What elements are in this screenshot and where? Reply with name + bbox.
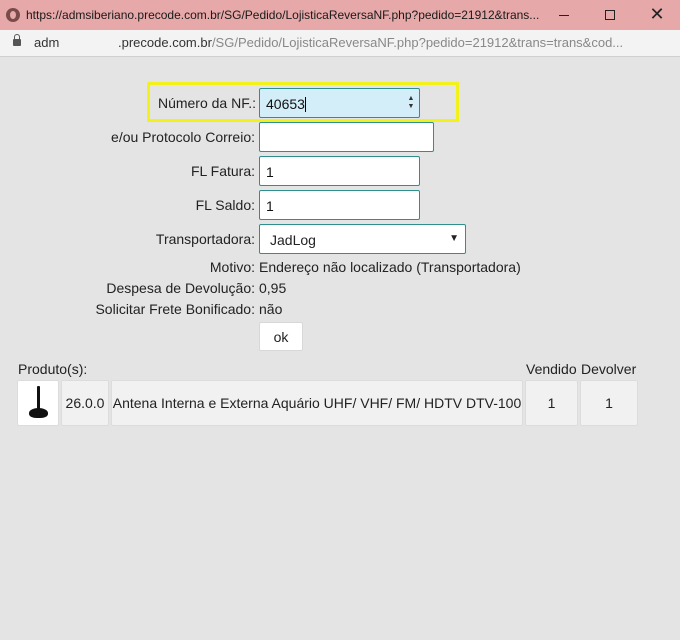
maximize-button[interactable] xyxy=(587,0,633,30)
row-fl-fatura: FL Fatura: 1 xyxy=(0,156,680,186)
product-code-cell: 26.0.0 xyxy=(61,380,109,426)
spinner-up-icon[interactable]: ▲ xyxy=(407,95,415,103)
transportadora-label: Transportadora: xyxy=(155,231,255,247)
fl-fatura-input[interactable]: 1 xyxy=(259,156,420,186)
minimize-icon xyxy=(559,14,569,16)
spinner-down-icon[interactable]: ▼ xyxy=(407,103,415,111)
fl-saldo-input[interactable]: 1 xyxy=(259,190,420,220)
row-protocolo: e/ou Protocolo Correio: xyxy=(0,122,680,152)
product-devolver-cell[interactable]: 1 xyxy=(580,380,638,426)
dropdown-arrow-icon: ▼ xyxy=(449,233,459,244)
frete-label: Solicitar Frete Bonificado: xyxy=(95,301,255,317)
text-cursor xyxy=(304,97,306,112)
product-image-cell xyxy=(17,380,59,426)
product-vendido-cell: 1 xyxy=(525,380,578,426)
address-domain: .precode.com.br xyxy=(118,35,212,50)
protocolo-label: e/ou Protocolo Correio: xyxy=(111,129,255,145)
ok-button[interactable]: ok xyxy=(259,322,303,351)
row-numero-nf: Número da NF.: 40653 ▲ ▼ xyxy=(0,88,680,118)
maximize-icon xyxy=(605,10,615,20)
numero-nf-input[interactable]: 40653 ▲ ▼ xyxy=(259,88,420,118)
product-name-cell: Antena Interna e Externa Aquário UHF/ VH… xyxy=(111,380,523,426)
antenna-icon xyxy=(23,384,53,422)
col-devolver-header: Devolver xyxy=(581,361,637,377)
close-button[interactable]: ✕ xyxy=(634,0,680,30)
minimize-button[interactable] xyxy=(541,0,587,30)
transportadora-select[interactable]: JadLog ▼ xyxy=(259,224,466,254)
row-frete: Solicitar Frete Bonificado: não xyxy=(0,294,680,324)
window-title: https://admsiberiano.precode.com.br/SG/P… xyxy=(26,8,540,22)
products-header-label: Produto(s): xyxy=(18,361,88,377)
numero-nf-label: Número da NF.: xyxy=(157,95,256,111)
numero-nf-value: 40653 xyxy=(266,96,305,112)
address-path: /SG/Pedido/LojisticaReversaNF.php?pedido… xyxy=(211,35,624,50)
protocolo-input[interactable] xyxy=(259,122,434,152)
fl-fatura-label: FL Fatura: xyxy=(190,163,255,179)
frete-value: não xyxy=(259,301,283,317)
title-bar: https://admsiberiano.precode.com.br/SG/P… xyxy=(0,0,680,30)
row-fl-saldo: FL Saldo: 1 xyxy=(0,190,680,220)
close-icon: ✕ xyxy=(649,4,665,25)
address-user: adm xyxy=(34,35,60,50)
address-url[interactable]: .precode.com.br/SG/Pedido/LojisticaRever… xyxy=(118,35,623,50)
transportadora-value: JadLog xyxy=(270,232,316,248)
lock-icon xyxy=(13,34,21,46)
number-spinner[interactable]: ▲ ▼ xyxy=(407,95,415,111)
row-transportadora: Transportadora: JadLog ▼ xyxy=(0,224,680,254)
site-favicon-icon xyxy=(6,8,20,22)
fl-saldo-label: FL Saldo: xyxy=(195,197,255,213)
address-bar[interactable]: adm .precode.com.br/SG/Pedido/LojisticaR… xyxy=(0,30,680,57)
col-vendido-header: Vendido xyxy=(526,361,577,377)
